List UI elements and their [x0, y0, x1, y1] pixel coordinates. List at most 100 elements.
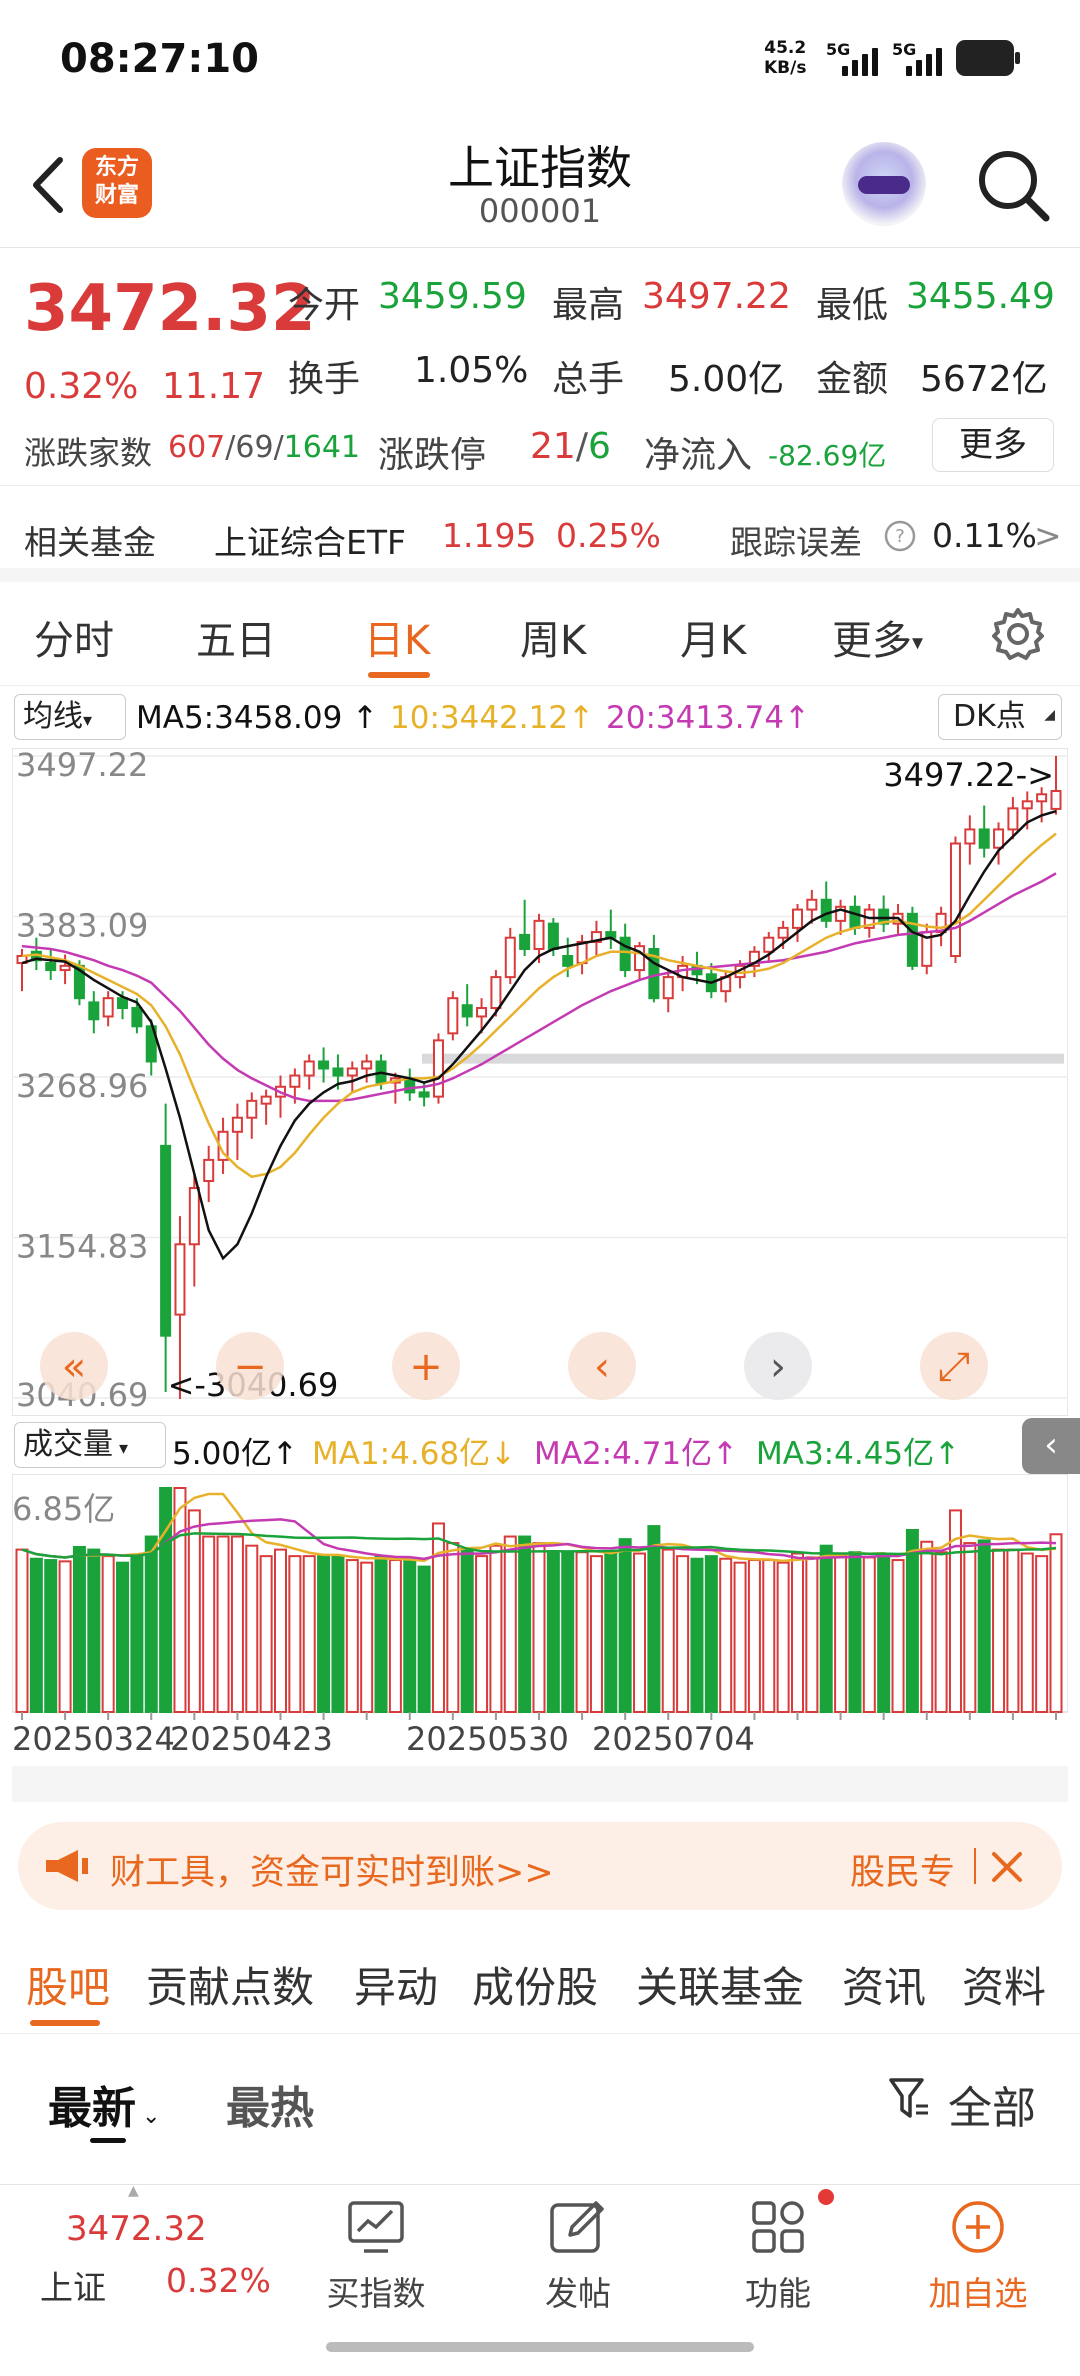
candle-body — [303, 1060, 315, 1077]
ma20-value: 20:3413.74↑ — [606, 700, 811, 736]
tab-guba[interactable]: 股吧 — [26, 1954, 110, 2015]
clock: 08:27:10 — [60, 36, 259, 82]
index-pct[interactable]: 0.32% — [166, 2261, 271, 2300]
post-button[interactable]: 发帖 — [498, 2199, 658, 2315]
volume-bar — [791, 1552, 804, 1713]
search-icon[interactable] — [974, 146, 1054, 226]
tab-contribution[interactable]: 贡献点数 — [146, 1954, 314, 2015]
dk-point-button[interactable]: DK点 ◢ — [938, 694, 1062, 740]
active-tab-indicator — [30, 2020, 100, 2026]
volume-bar — [690, 1557, 704, 1713]
assistant-robot-icon[interactable] — [842, 142, 926, 226]
chevron-down-icon: ⌄ — [142, 2104, 161, 2129]
index-name[interactable]: 上证 — [40, 2261, 106, 2309]
filter-icon[interactable] — [888, 2076, 930, 2122]
add-watchlist-button[interactable]: 加自选 — [898, 2199, 1058, 2315]
volume-bar — [116, 1561, 130, 1713]
volume-bar — [604, 1551, 618, 1713]
fullscreen-icon[interactable]: ⤢ — [920, 1332, 988, 1400]
volume-bar — [331, 1555, 345, 1713]
more-button[interactable]: 更多 — [932, 418, 1054, 472]
tab-related-funds[interactable]: 关联基金 — [636, 1954, 804, 2015]
functions-button[interactable]: 功能 — [698, 2199, 858, 2315]
ma10-value: 10:3442.12↑ — [390, 700, 595, 736]
low-value: 3455.49 — [906, 276, 1055, 317]
ma-selector[interactable]: 均线▾ — [14, 694, 126, 740]
volume-bar — [963, 1542, 977, 1713]
tab-movement[interactable]: 异动 — [354, 1954, 438, 2015]
volume-bar — [834, 1555, 848, 1713]
kline-chart[interactable]: 3497.223383.093268.963154.833040.693497.… — [12, 748, 1068, 1416]
tab-monthly-k[interactable]: 月K — [680, 608, 746, 666]
candle-body — [490, 976, 502, 1010]
status-bar: 08:27:10 45.2 KB/s 5G 5G — [0, 0, 1080, 118]
notification-dot — [818, 2189, 834, 2205]
zoom-out-icon[interactable]: − — [216, 1332, 284, 1400]
zoom-in-icon[interactable]: + — [392, 1332, 460, 1400]
chevron-left-icon[interactable]: ‹ — [568, 1332, 636, 1400]
volume-bar — [317, 1555, 331, 1713]
volume-bar — [1006, 1548, 1020, 1713]
volume-bar — [302, 1555, 316, 1713]
collapse-panel-icon[interactable]: ‹ — [1022, 1418, 1080, 1474]
filter-all[interactable]: 全部 — [948, 2072, 1036, 2136]
index-price[interactable]: 3472.32 — [66, 2209, 207, 2249]
y-tick-label: 3154.83 — [16, 1228, 148, 1266]
limit-label: 涨跌停 — [378, 435, 487, 476]
candle-body — [318, 1060, 330, 1070]
chevron-right-icon[interactable]: › — [744, 1332, 812, 1400]
control-glyph: › — [770, 1344, 786, 1390]
sort-hot[interactable]: 最热 — [226, 2072, 314, 2136]
date-label: 20250324 — [12, 1720, 175, 1758]
volume-selector[interactable]: 成交量 ▾ — [14, 1422, 166, 1468]
candle-body — [777, 926, 789, 939]
vol-ma1: MA1:4.68亿↓ — [312, 1436, 517, 1472]
tab-five-day[interactable]: 五日 — [196, 608, 276, 666]
tab-news[interactable]: 资讯 — [842, 1954, 926, 2015]
candle-body — [432, 1039, 444, 1098]
amount-label: 金额 — [816, 359, 889, 400]
breadth-values: 607/69/1641 — [168, 430, 361, 465]
fund-price: 1.195 — [442, 516, 537, 555]
fund-name[interactable]: 上证综合ETF — [214, 516, 406, 564]
tab-profile[interactable]: 资料 — [962, 1954, 1046, 2015]
low-label: 最低 — [816, 285, 889, 326]
caret-up-icon: ▲ — [128, 2183, 139, 2199]
ma5-line — [21, 809, 1057, 1261]
sort-row: 最新 ⌄ 最热 全部 — [0, 2034, 1080, 2184]
candle-body — [792, 908, 803, 929]
candle-body — [949, 842, 961, 957]
volume-bar — [58, 1560, 72, 1713]
related-fund-row[interactable]: 相关基金 上证综合ETF 1.195 0.25% 跟踪误差 ? 0.11% > — [0, 486, 1080, 582]
volume-bar — [561, 1551, 575, 1713]
close-icon[interactable] — [990, 1850, 1024, 1884]
svg-text:?: ? — [895, 526, 905, 547]
candle-body — [519, 933, 531, 950]
control-glyph: + — [409, 1344, 443, 1390]
tab-weekly-k[interactable]: 周K — [520, 608, 586, 666]
buy-index-button[interactable]: 买指数 — [296, 2199, 456, 2315]
volume-bar — [360, 1561, 374, 1713]
tab-more[interactable]: 更多▾ — [832, 608, 923, 666]
volume-bar — [44, 1559, 58, 1714]
breadth-label: 涨跌家数 — [24, 434, 153, 472]
help-icon[interactable]: ? — [884, 520, 916, 552]
candle-body — [117, 997, 129, 1010]
rewind-icon[interactable]: « — [40, 1332, 108, 1400]
tab-constituents[interactable]: 成份股 — [472, 1954, 598, 2015]
gear-icon[interactable] — [990, 606, 1046, 662]
chart-trend-icon — [348, 2201, 404, 2253]
tab-intraday[interactable]: 分时 — [34, 608, 114, 666]
sort-latest[interactable]: 最新 ⌄ — [48, 2072, 160, 2136]
announcement-banner[interactable]: 财工具，资金可实时到账>> 股民专 — [18, 1822, 1062, 1910]
netflow-label: 净流入 — [644, 435, 753, 476]
tracking-error-value: 0.11% — [932, 516, 1037, 555]
open-value: 3459.59 — [378, 276, 527, 317]
tab-daily-k[interactable]: 日K — [364, 608, 430, 666]
volume-bar — [274, 1548, 287, 1713]
volume-bar — [575, 1551, 589, 1713]
high-value: 3497.22 — [642, 276, 791, 317]
candle-body — [332, 1067, 344, 1077]
chevron-right-icon[interactable]: > — [1034, 516, 1062, 555]
y-tick-label: 3268.96 — [16, 1067, 148, 1105]
